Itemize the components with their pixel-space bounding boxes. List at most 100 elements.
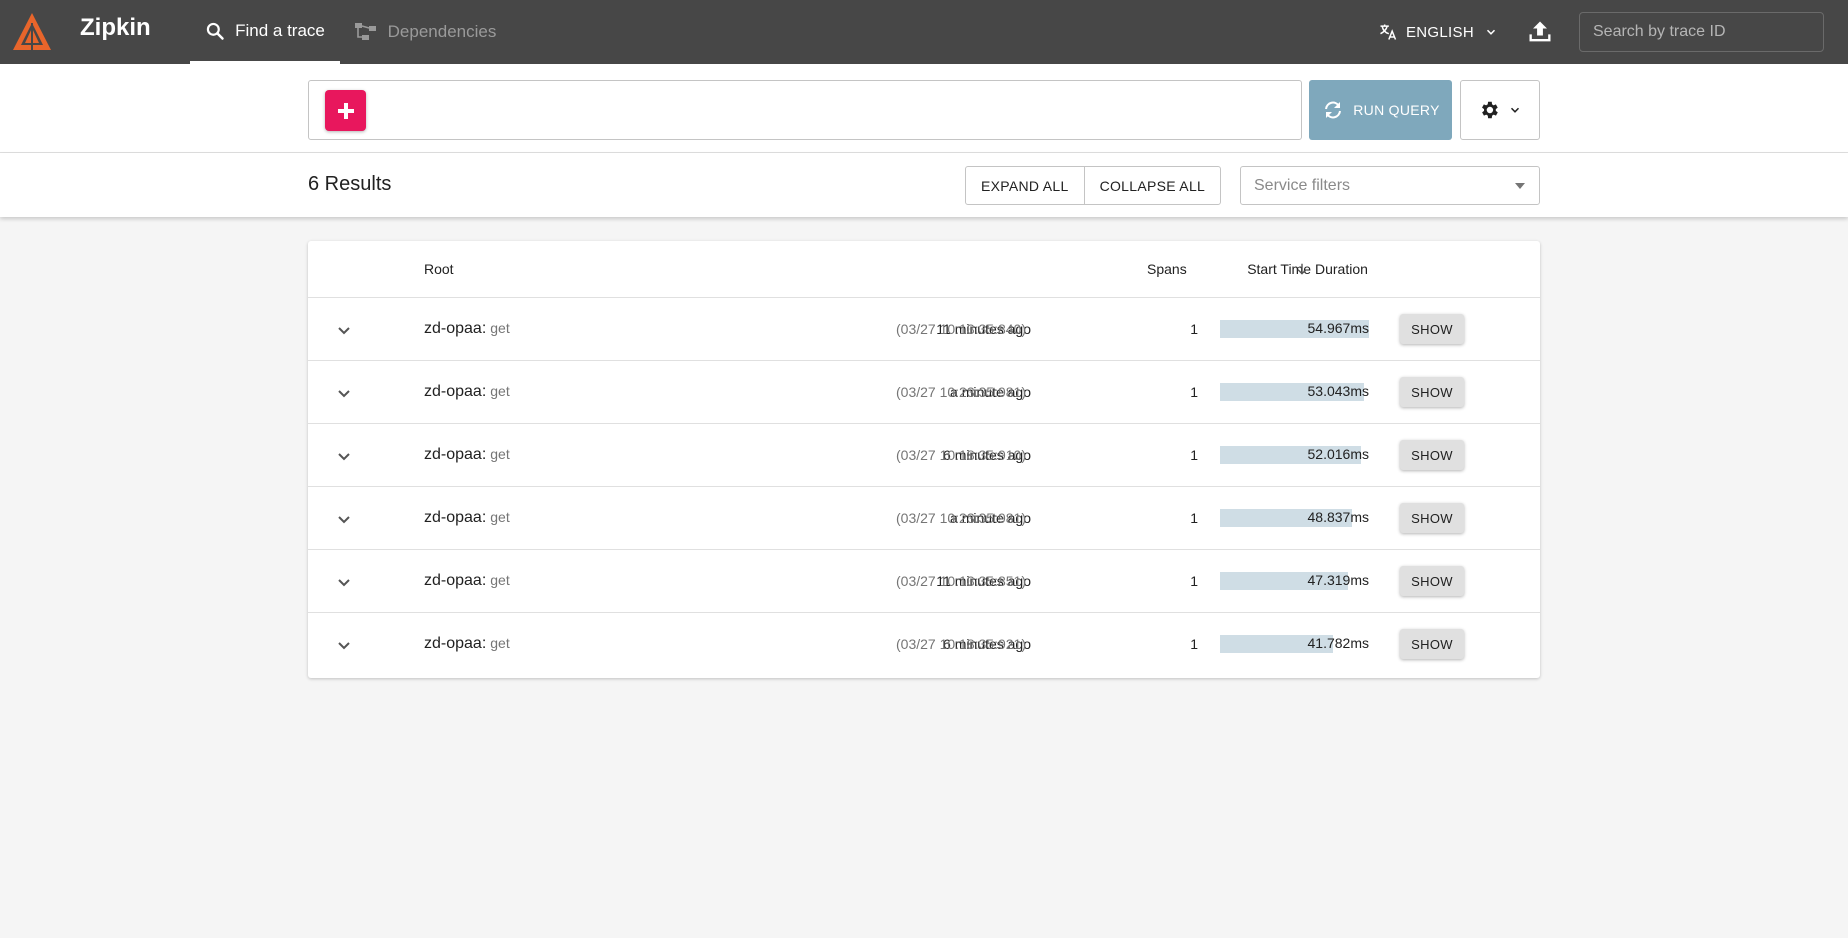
duration-cell: 48.837ms (1220, 507, 1369, 528)
duration-cell: 53.043ms (1220, 381, 1369, 402)
top-app-bar: Zipkin Find a trace Dependencies ENGLISH (0, 0, 1848, 64)
expand-collapse-group: EXPAND ALL COLLAPSE ALL (965, 166, 1222, 205)
show-trace-button[interactable]: SHOW (1400, 440, 1464, 470)
results-count: 6 Results (308, 173, 392, 195)
chevron-down-icon (338, 453, 350, 461)
table-row: zd-opaa: get 11 minutes ago (03/27 10:13:… (308, 298, 1540, 361)
language-label: ENGLISH (1406, 23, 1474, 41)
table-row: zd-opaa: get 11 minutes ago (03/27 10:13:… (308, 550, 1540, 613)
root-service: zd-opaa: get (424, 383, 510, 401)
expand-row-button[interactable] (332, 507, 356, 531)
expand-row-button[interactable] (332, 570, 356, 594)
show-trace-button[interactable]: SHOW (1400, 629, 1464, 659)
duration-cell: 52.016ms (1220, 444, 1369, 465)
span-count: 1 (1190, 447, 1198, 463)
tab-find-trace[interactable]: Find a trace (190, 0, 340, 64)
column-spans[interactable]: Spans (1147, 261, 1187, 277)
table-header: Root Start Time Spans Duration (308, 241, 1540, 298)
add-criteria-button[interactable] (325, 90, 366, 131)
duration-value: 54.967ms (1307, 320, 1369, 336)
service-name: zd-opaa: (424, 383, 487, 400)
root-service: zd-opaa: get (424, 320, 510, 338)
run-query-button[interactable]: RUN QUERY (1309, 80, 1452, 140)
column-duration[interactable]: Duration (1295, 261, 1368, 277)
start-absolute: (03/27 10:23:35:981) (896, 510, 1026, 526)
chevron-down-icon (338, 516, 350, 524)
results-toolbar: 6 Results EXPAND ALL COLLAPSE ALL Servic… (0, 153, 1848, 217)
translate-icon (1380, 24, 1397, 40)
root-service: zd-opaa: get (424, 635, 510, 653)
span-count: 1 (1190, 636, 1198, 652)
chevron-down-icon (1510, 107, 1520, 113)
operation-name: get (490, 383, 510, 399)
root-service: zd-opaa: get (424, 572, 510, 590)
expand-row-button[interactable] (332, 444, 356, 468)
table-row: zd-opaa: get 6 minutes ago (03/27 10:18:3… (308, 424, 1540, 487)
root-service: zd-opaa: get (424, 509, 510, 527)
run-query-label: RUN QUERY (1353, 102, 1440, 118)
trace-id-search-input[interactable] (1579, 12, 1824, 52)
search-criteria-box[interactable] (308, 80, 1302, 140)
show-trace-button[interactable]: SHOW (1400, 566, 1464, 596)
language-selector[interactable]: ENGLISH (1378, 0, 1498, 64)
start-absolute: (03/27 10:18:35:921) (896, 636, 1026, 652)
chevron-down-icon (338, 390, 350, 398)
chevron-down-icon (338, 327, 350, 335)
root-service: zd-opaa: get (424, 446, 510, 464)
operation-name: get (490, 509, 510, 525)
chevron-down-icon (338, 642, 350, 650)
start-absolute: (03/27 10:13:35:840) (896, 321, 1026, 337)
search-icon (206, 22, 224, 40)
plus-icon (337, 102, 354, 119)
traces-table: Root Start Time Spans Duration zd-opaa: g… (308, 241, 1540, 678)
tab-dependencies-label: Dependencies (387, 22, 497, 41)
span-count: 1 (1190, 510, 1198, 526)
caret-down-icon (1515, 182, 1525, 189)
span-count: 1 (1190, 573, 1198, 589)
start-absolute: (03/27 10:23:35:981) (896, 384, 1026, 400)
service-name: zd-opaa: (424, 446, 487, 463)
gear-icon (1482, 101, 1498, 119)
table-row: zd-opaa: get 6 minutes ago (03/27 10:18:3… (308, 613, 1540, 676)
expand-row-button[interactable] (332, 633, 356, 657)
table-row: zd-opaa: get a minute ago (03/27 10:23:35… (308, 361, 1540, 424)
service-filters-select[interactable]: Service filters (1240, 166, 1540, 205)
arrow-down-icon (1297, 263, 1307, 275)
app-brand[interactable]: Zipkin (80, 14, 151, 42)
span-count: 1 (1190, 384, 1198, 400)
duration-value: 53.043ms (1307, 383, 1369, 399)
start-absolute: (03/27 10:18:35:910) (896, 447, 1026, 463)
service-name: zd-opaa: (424, 572, 487, 589)
table-row: zd-opaa: get a minute ago (03/27 10:23:35… (308, 487, 1540, 550)
expand-row-button[interactable] (332, 318, 356, 342)
chevron-down-icon (1486, 29, 1495, 35)
show-trace-button[interactable]: SHOW (1400, 377, 1464, 407)
zipkin-logo-icon[interactable] (10, 10, 54, 54)
refresh-icon (1325, 101, 1342, 119)
span-count: 1 (1190, 321, 1198, 337)
service-name: zd-opaa: (424, 635, 487, 652)
duration-value: 41.782ms (1307, 635, 1369, 651)
expand-all-button[interactable]: EXPAND ALL (966, 167, 1084, 204)
tab-dependencies[interactable]: Dependencies (350, 0, 500, 64)
query-bar: RUN QUERY (0, 64, 1848, 153)
expand-row-button[interactable] (332, 381, 356, 405)
upload-icon[interactable] (1526, 18, 1554, 46)
column-root[interactable]: Root (424, 261, 454, 277)
show-trace-button[interactable]: SHOW (1400, 314, 1464, 344)
duration-value: 52.016ms (1307, 446, 1369, 462)
show-trace-button[interactable]: SHOW (1400, 503, 1464, 533)
dependencies-icon (354, 23, 376, 40)
collapse-all-button[interactable]: COLLAPSE ALL (1083, 167, 1221, 204)
settings-menu-button[interactable] (1460, 80, 1540, 140)
column-duration-label: Duration (1315, 261, 1368, 277)
duration-cell: 47.319ms (1220, 570, 1369, 591)
tab-find-trace-label: Find a trace (235, 20, 325, 40)
operation-name: get (490, 572, 510, 588)
service-filters-placeholder: Service filters (1254, 176, 1351, 194)
duration-value: 47.319ms (1307, 572, 1369, 588)
table-body: zd-opaa: get 11 minutes ago (03/27 10:13:… (308, 298, 1540, 676)
duration-cell: 54.967ms (1220, 318, 1369, 339)
service-name: zd-opaa: (424, 320, 487, 337)
duration-value: 48.837ms (1307, 509, 1369, 525)
